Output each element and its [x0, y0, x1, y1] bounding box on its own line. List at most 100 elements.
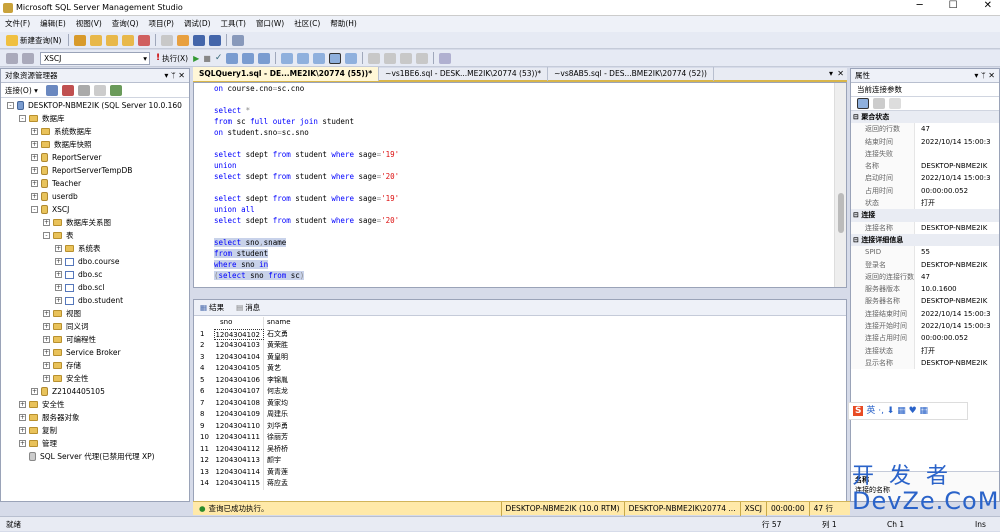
disconnect-icon[interactable] [61, 84, 74, 96]
property-pages-icon[interactable] [889, 98, 901, 109]
comment-icon[interactable] [368, 52, 381, 64]
tree-node[interactable]: + dbo.scl [1, 281, 189, 294]
grid-cell[interactable]: 1204304105 [214, 363, 264, 375]
expand-icon[interactable]: + [31, 388, 38, 395]
collapse-icon[interactable]: - [43, 232, 50, 239]
close-icon[interactable]: ✕ [178, 71, 185, 80]
tree-node[interactable]: + dbo.sc [1, 268, 189, 281]
tab-list-icon[interactable]: ▾ [829, 69, 833, 78]
collapse-icon[interactable]: - [19, 115, 26, 122]
expand-icon[interactable]: + [55, 258, 62, 265]
tree-node[interactable]: - XSCJ [1, 203, 189, 216]
property-row[interactable]: 显示名称 DESKTOP-NBME2IK [851, 356, 999, 370]
editor-tab[interactable]: SQLQuery1.sql - DE...ME2IK\20774 (55))* [193, 67, 380, 81]
tree-node[interactable]: -表 [1, 229, 189, 242]
table-row[interactable]: 4 1204304105 黄艺 [194, 363, 300, 375]
grid-cell[interactable]: 蒋应孟 [264, 478, 300, 490]
tree-node[interactable]: + 服务器对象 [1, 411, 189, 424]
editor-tab[interactable]: ~vs1BE6.sql - DESK...ME2IK\20774 (53))* [379, 67, 549, 81]
tree-node[interactable]: + dbo.student [1, 294, 189, 307]
grid-cell[interactable]: 周建乐 [264, 409, 300, 421]
tree-node[interactable]: + Z2104405105 [1, 385, 189, 398]
menu-tools[interactable]: 工具(T) [216, 16, 251, 32]
menu-community[interactable]: 社区(C) [289, 16, 325, 32]
grid-cell[interactable]: 1204304109 [214, 409, 264, 421]
dropdown-icon[interactable]: ▾ [164, 71, 168, 80]
property-row[interactable]: 状态 打开 [851, 197, 999, 210]
column-header[interactable]: sno [214, 317, 264, 329]
property-row[interactable]: ⊟ 连接详细信息 [851, 233, 999, 247]
tree-node[interactable]: + dbo.course [1, 255, 189, 268]
db-query-icon[interactable] [90, 34, 103, 46]
grid-cell[interactable]: 1204304108 [214, 397, 264, 409]
expand-icon[interactable]: + [43, 336, 50, 343]
tree-node[interactable]: + 安全性 [1, 398, 189, 411]
specify-values-icon[interactable] [439, 52, 452, 64]
property-row[interactable]: 连接占用时间 00:00:00.052 [851, 332, 999, 345]
tree-node[interactable]: + Teacher [1, 177, 189, 190]
tree-node[interactable]: + 可编程性 [1, 333, 189, 346]
tree-node[interactable]: + userdb [1, 190, 189, 203]
menu-project[interactable]: 项目(P) [144, 16, 179, 32]
expand-icon[interactable]: + [19, 440, 26, 447]
expand-icon[interactable]: + [55, 245, 62, 252]
editor-tab[interactable]: ~vs8AB5.sql - DES...BME2IK\20774 (52)) [548, 67, 714, 81]
new-query-button[interactable]: 新建查询(N) [20, 35, 61, 46]
execute-icon[interactable]: ! [156, 53, 160, 63]
stop-icon[interactable] [77, 84, 90, 96]
property-row[interactable]: 结束时间 2022/10/14 15:00:3 [851, 135, 999, 148]
save-icon[interactable] [193, 34, 206, 46]
property-category[interactable]: ⊟ 聚合状态 [851, 111, 999, 124]
grid-cell[interactable]: 1204304113 [214, 455, 264, 467]
maximize-icon[interactable]: ☐ [949, 0, 958, 16]
tab-messages[interactable]: 消息 [245, 302, 266, 313]
table-row[interactable]: 13 1204304114 黄青莲 [194, 466, 300, 478]
expand-icon[interactable]: + [19, 414, 26, 421]
grid-cell[interactable]: 黄荣胜 [264, 340, 300, 352]
results-text-icon[interactable] [313, 52, 326, 64]
dmx-query-icon[interactable] [122, 34, 135, 46]
grid-cell[interactable]: 石文勇 [264, 329, 300, 341]
tree-node[interactable]: - DESKTOP-NBME2IK (SQL Server 10.0.160 [1, 99, 189, 112]
grid-cell[interactable]: 1204304114 [214, 466, 264, 478]
expand-icon[interactable]: + [31, 167, 38, 174]
grid-cell[interactable]: 李锦胤 [264, 375, 300, 387]
query-designer-icon[interactable] [242, 52, 255, 64]
property-row[interactable]: 服务器名称 DESKTOP-NBME2IK [851, 295, 999, 308]
property-row[interactable]: 返回的连接行数 47 [851, 270, 999, 284]
editor-scrollbar[interactable] [834, 83, 846, 287]
property-row[interactable]: 启动时间 2022/10/14 15:00:3 [851, 172, 999, 185]
execute-button[interactable]: 执行(X) [162, 53, 188, 64]
expand-icon[interactable]: + [31, 141, 38, 148]
property-row[interactable]: 连接名称 DESKTOP-NBME2IK [851, 221, 999, 234]
property-row[interactable]: 登录名 DESKTOP-NBME2IK [851, 258, 999, 271]
categorized-icon[interactable] [857, 98, 869, 109]
expand-icon[interactable]: + [31, 154, 38, 161]
column-header[interactable]: sname [264, 317, 300, 329]
tree-node[interactable]: + 系统表 [1, 242, 189, 255]
mdx-query-icon[interactable] [106, 34, 119, 46]
query-editor[interactable]: on course.cno=sc.cno select * from sc full… [193, 82, 847, 288]
pin-icon[interactable]: ᛘ [171, 71, 176, 80]
display-plan-icon[interactable] [226, 52, 239, 64]
debug-icon[interactable]: ▶ [193, 54, 199, 63]
tree-node[interactable]: + Service Broker [1, 346, 189, 359]
property-row[interactable]: 连接结束时间 2022/10/14 15:00:3 [851, 307, 999, 321]
new-file-icon[interactable] [161, 34, 174, 46]
grid-cell[interactable]: 黄皇明 [264, 352, 300, 364]
tree-node[interactable]: - 数据库 [1, 112, 189, 125]
uncomment-icon[interactable] [384, 52, 397, 64]
connect-icon[interactable] [6, 52, 18, 64]
table-row[interactable]: 9 1204304110 刘华勇 [194, 420, 300, 432]
tree-node[interactable]: + 管理 [1, 437, 189, 450]
collapse-icon[interactable]: - [7, 102, 14, 109]
property-row[interactable]: 连接状态 打开 [851, 344, 999, 357]
parse-icon[interactable]: ✓ [215, 53, 223, 63]
change-connection-icon[interactable] [22, 52, 34, 64]
expand-icon[interactable]: + [55, 297, 62, 304]
table-row[interactable]: 7 1204304108 黄家均 [194, 397, 300, 409]
connect-button[interactable]: 连接(O) ▾ [5, 85, 38, 96]
database-select[interactable]: XSCJ ▾ [40, 51, 150, 65]
tree-node[interactable]: SQL Server 代理(已禁用代理 XP) [1, 450, 189, 463]
expand-icon[interactable]: + [43, 323, 50, 330]
